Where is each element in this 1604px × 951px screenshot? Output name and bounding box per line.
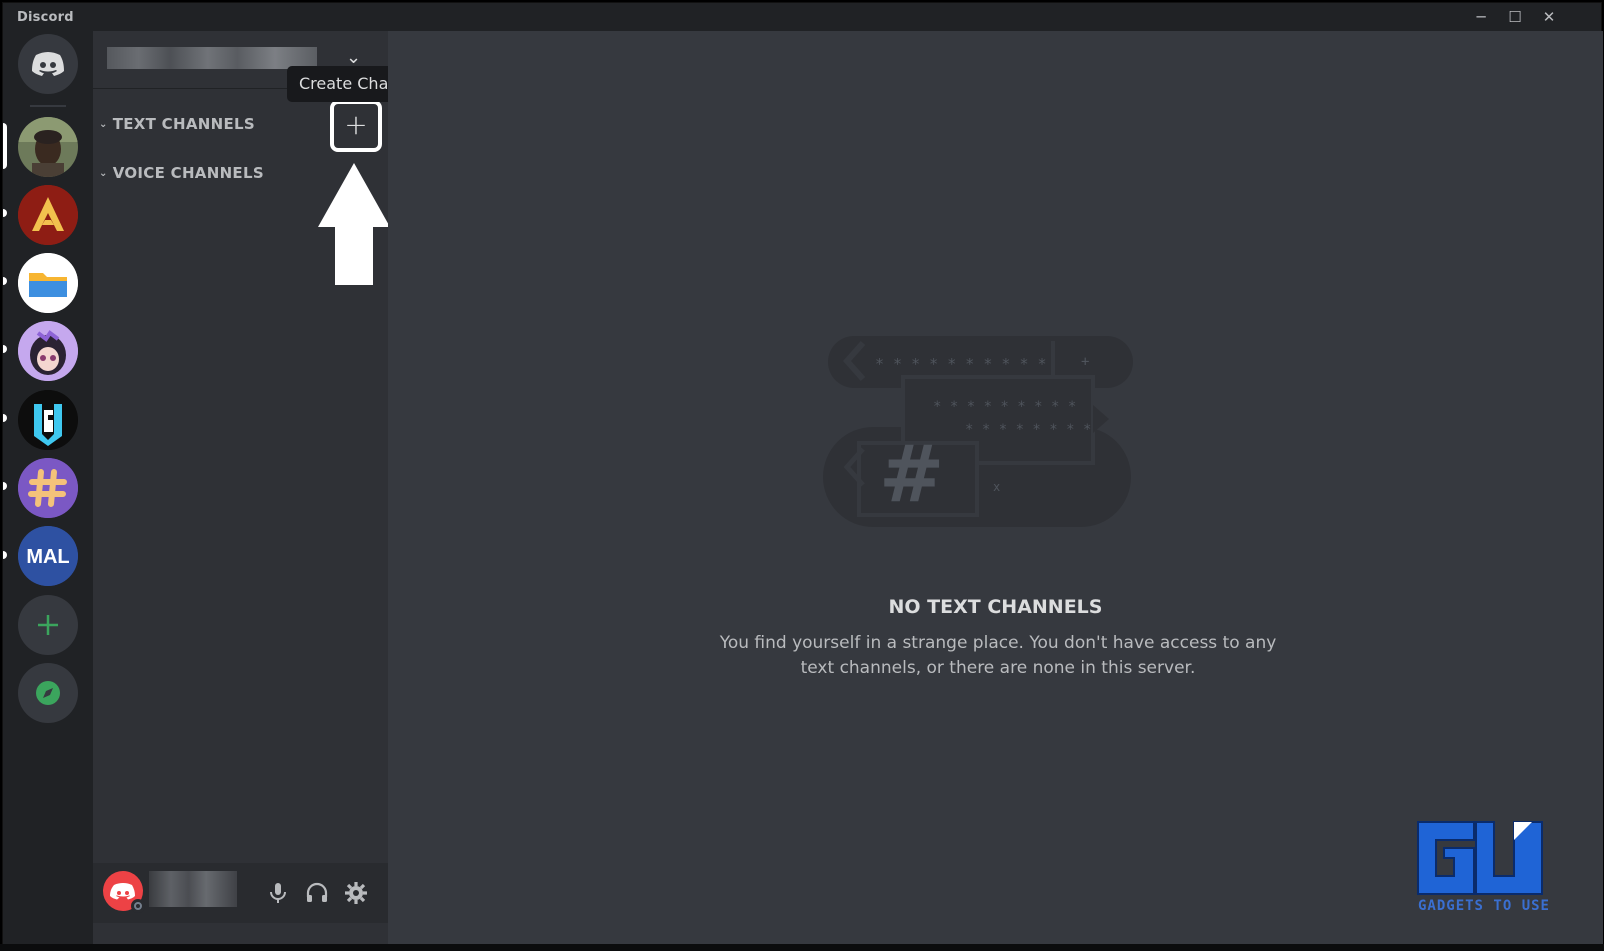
server-rail: MAL: [3, 31, 93, 947]
plus-icon: [38, 615, 58, 635]
hash-icon: #: [879, 430, 944, 520]
server-avatar-photo[interactable]: [18, 117, 78, 177]
gadgets-to-use-watermark: GADGETS TO USE: [1414, 818, 1554, 918]
window-bottom-edge: [0, 944, 1604, 951]
server-mal[interactable]: MAL: [18, 526, 78, 586]
headphones-icon[interactable]: [304, 880, 330, 906]
server-name-redacted: [107, 47, 317, 69]
anime-avatar-icon: [18, 321, 78, 381]
avatar-image: [18, 117, 78, 177]
channel-sidebar: ⌄ ⌄ TEXT CHANNELS ⌄ VOICE CHANNELS + Creat…: [93, 31, 435, 947]
microphone-icon[interactable]: [265, 880, 291, 906]
description-line: text channels, or there are none in this…: [800, 658, 1196, 678]
server-hash-badge[interactable]: [18, 458, 78, 518]
category-text-channels[interactable]: ⌄ TEXT CHANNELS: [99, 115, 255, 133]
minimize-button[interactable]: ─: [1464, 6, 1498, 28]
unread-indicator: [3, 482, 7, 490]
folder-icon: [18, 253, 78, 313]
server-anime[interactable]: [18, 321, 78, 381]
rainbow-six-icon: [18, 390, 78, 450]
arrow-up-annotation: [318, 163, 390, 285]
illustration-stars: * * * * * * * * * *: [875, 355, 1047, 373]
description-line: You find yourself in a strange place. Yo…: [719, 633, 1277, 653]
server-rainbow-six[interactable]: [18, 390, 78, 450]
compass-icon: [36, 681, 60, 705]
rail-separator: [30, 105, 66, 107]
discord-logo-icon: [32, 52, 64, 76]
unread-indicator: [3, 209, 7, 217]
watermark-text: GADGETS TO USE: [1417, 898, 1550, 914]
home-button[interactable]: [18, 34, 78, 94]
svg-text:MAL: MAL: [26, 546, 69, 568]
chevron-down-icon: ⌄: [99, 168, 108, 179]
chevron-down-icon: ⌄: [346, 47, 362, 68]
explore-servers-button[interactable]: [18, 663, 78, 723]
svg-text:+: +: [1081, 354, 1089, 370]
selected-indicator: [3, 123, 7, 169]
mal-logo-icon: MAL: [18, 526, 78, 586]
unread-indicator: [3, 277, 7, 285]
category-label: VOICE CHANNELS: [112, 164, 264, 182]
discord-window: Discord ─ ☐ ✕ MAL ⌄ ⌄ TEXT CHANNELS ⌄ VO…: [2, 2, 1603, 947]
app-title: Discord: [17, 10, 74, 25]
illustration-stars: * * * * * * * * *: [933, 399, 1076, 415]
unread-indicator: [3, 414, 7, 422]
maximize-button[interactable]: ☐: [1498, 6, 1532, 28]
server-apex[interactable]: [18, 185, 78, 245]
category-label: TEXT CHANNELS: [112, 115, 255, 133]
status-indicator: [131, 899, 145, 913]
svg-text:x: x: [993, 480, 1000, 494]
user-panel: [93, 863, 388, 923]
username-redacted: [149, 871, 237, 907]
illustration-stars: * * * * * * * *: [965, 422, 1091, 438]
no-channels-illustration: * * * * * * * * * * + * * * * * * * * * …: [823, 336, 1133, 527]
main-content: * * * * * * * * * * + * * * * * * * * * …: [388, 31, 1603, 947]
server-folder[interactable]: [18, 253, 78, 313]
create-channel-button[interactable]: +: [330, 100, 382, 152]
unread-indicator: [3, 345, 7, 353]
close-button[interactable]: ✕: [1532, 6, 1566, 28]
empty-state-description: You find yourself in a strange place. Yo…: [708, 631, 1288, 681]
add-server-button[interactable]: [18, 595, 78, 655]
hash-badge-icon: [18, 458, 78, 518]
apex-legends-icon: [18, 185, 78, 245]
title-bar: Discord ─ ☐ ✕: [3, 3, 1601, 31]
gear-icon[interactable]: [343, 880, 369, 906]
chevron-down-icon: ⌄: [99, 119, 108, 130]
unread-indicator: [3, 551, 7, 559]
gtu-logo-icon: [1417, 821, 1543, 895]
empty-state-title: NO TEXT CHANNELS: [888, 596, 1103, 618]
category-voice-channels[interactable]: ⌄ VOICE CHANNELS: [99, 164, 264, 182]
